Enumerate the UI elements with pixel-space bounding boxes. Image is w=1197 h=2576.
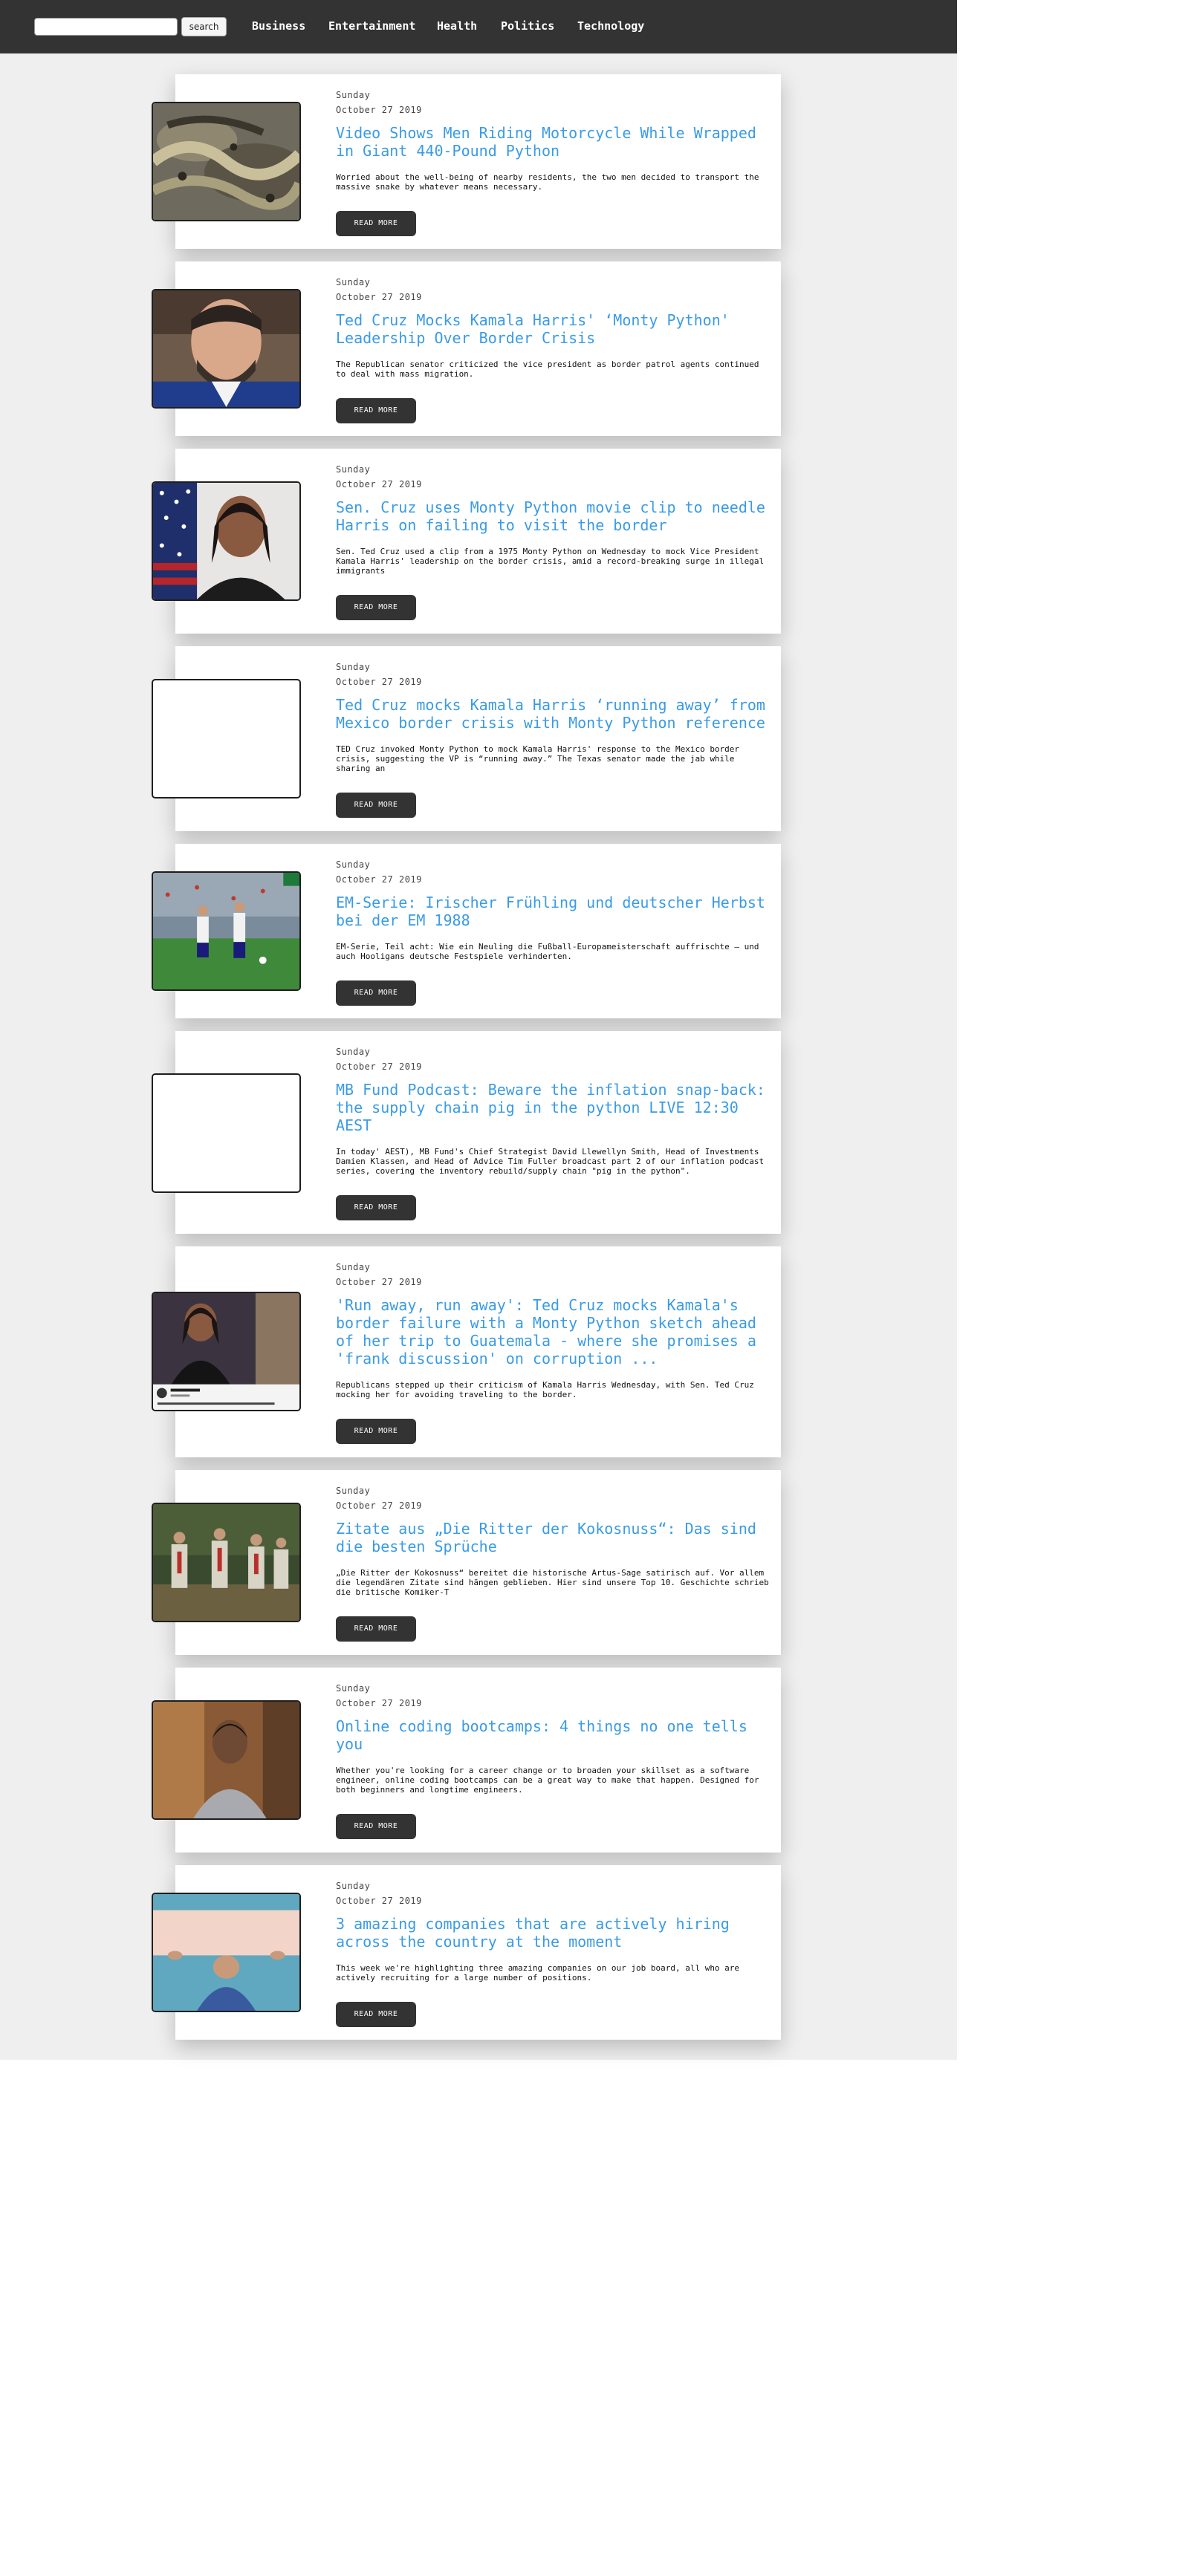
article-date: October 27 2019 (336, 479, 422, 489)
nav-link-business[interactable]: Business (252, 19, 305, 33)
article-thumbnail-coding-bootcamp[interactable] (152, 1700, 301, 1820)
article-day: Sunday (336, 90, 371, 100)
read-more-button[interactable]: READ MORE (336, 595, 416, 620)
read-more-button[interactable]: READ MORE (336, 398, 416, 423)
article-date: October 27 2019 (336, 1500, 422, 1511)
article-day: Sunday (336, 662, 371, 672)
article-title-link[interactable]: 'Run away, run away': Ted Cruz mocks Kam… (336, 1296, 774, 1367)
article-day: Sunday (336, 859, 371, 870)
article-date: October 27 2019 (336, 1277, 422, 1287)
article-excerpt: The Republican senator criticized the vi… (336, 360, 759, 379)
article-excerpt: Republicans stepped up their criticism o… (336, 1380, 754, 1399)
article-title-link[interactable]: Ted Cruz Mocks Kamala Harris' ‘Monty Pyt… (336, 311, 774, 347)
read-more-button[interactable]: READ MORE (336, 1616, 416, 1642)
read-more-button[interactable]: READ MORE (336, 211, 416, 236)
article-thumbnail-empty[interactable] (152, 1073, 301, 1193)
article-excerpt: Whether you're looking for a career chan… (336, 1766, 759, 1795)
article-excerpt: TED Cruz invoked Monty Python to mock Ka… (336, 744, 740, 773)
article-title-link[interactable]: Sen. Cruz uses Monty Python movie clip t… (336, 498, 774, 534)
article-day: Sunday (336, 1486, 371, 1496)
article-thumbnail-kamala-harris-tweet[interactable] (152, 1292, 301, 1411)
article-title-link[interactable]: MB Fund Podcast: Beware the inflation sn… (336, 1081, 774, 1134)
article-thumbnail-football-match[interactable] (152, 871, 301, 991)
nav-link-technology[interactable]: Technology (577, 19, 644, 33)
article-excerpt: Sen. Ted Cruz used a clip from a 1975 Mo… (336, 547, 765, 576)
article-date: October 27 2019 (336, 677, 422, 687)
article-day: Sunday (336, 464, 371, 475)
article-date: October 27 2019 (336, 1896, 422, 1906)
article-thumbnail-ted-cruz[interactable] (152, 289, 301, 409)
search-button[interactable]: search (181, 17, 227, 36)
article-day: Sunday (336, 1683, 371, 1694)
read-more-button[interactable]: READ MORE (336, 980, 416, 1006)
article-day: Sunday (336, 1047, 371, 1057)
article-date: October 27 2019 (336, 292, 422, 302)
read-more-button[interactable]: READ MORE (336, 1814, 416, 1839)
article-date: October 27 2019 (336, 1698, 422, 1708)
article-title-link[interactable]: 3 amazing companies that are actively hi… (336, 1915, 774, 1951)
article-date: October 27 2019 (336, 1061, 422, 1072)
article-excerpt: EM-Serie, Teil acht: Wie ein Neuling die… (336, 942, 759, 961)
article-title-link[interactable]: Video Shows Men Riding Motorcycle While … (336, 124, 774, 160)
nav-link-entertainment[interactable]: Entertainment (328, 19, 415, 33)
article-title-link[interactable]: EM-Serie: Irischer Frühling und deutsche… (336, 894, 774, 929)
top-nav-bar: search Business Entertainment Health Pol… (0, 0, 957, 53)
read-more-button[interactable]: READ MORE (336, 1195, 416, 1220)
nav-link-politics[interactable]: Politics (501, 19, 554, 33)
article-day: Sunday (336, 1881, 371, 1891)
article-day: Sunday (336, 277, 371, 287)
search-input[interactable] (34, 18, 178, 36)
nav-link-health[interactable]: Health (437, 19, 477, 33)
article-excerpt: „Die Ritter der Kokosnuss“ bereitet die … (336, 1568, 769, 1597)
article-date: October 27 2019 (336, 105, 422, 115)
article-day: Sunday (336, 1262, 371, 1272)
article-thumbnail-knights-scene[interactable] (152, 1503, 301, 1622)
article-thumbnail-kamala-harris-flag[interactable] (152, 481, 301, 601)
read-more-button[interactable]: READ MORE (336, 1419, 416, 1444)
read-more-button[interactable]: READ MORE (336, 2002, 416, 2027)
read-more-button[interactable]: READ MORE (336, 793, 416, 818)
article-excerpt: Worried about the well-being of nearby r… (336, 172, 759, 192)
article-title-link[interactable]: Ted Cruz mocks Kamala Harris ‘running aw… (336, 696, 774, 732)
article-excerpt: This week we're highlighting three amazi… (336, 1963, 740, 1983)
article-date: October 27 2019 (336, 874, 422, 885)
article-title-link[interactable]: Online coding bootcamps: 4 things no one… (336, 1717, 774, 1753)
article-excerpt: In today' AEST), MB Fund's Chief Strateg… (336, 1147, 765, 1176)
article-title-link[interactable]: Zitate aus „Die Ritter der Kokosnuss“: D… (336, 1520, 774, 1555)
article-thumbnail-empty[interactable] (152, 679, 301, 799)
article-thumbnail-python-motorcycle[interactable] (152, 102, 301, 221)
article-thumbnail-hiring-sign[interactable] (152, 1893, 301, 2012)
